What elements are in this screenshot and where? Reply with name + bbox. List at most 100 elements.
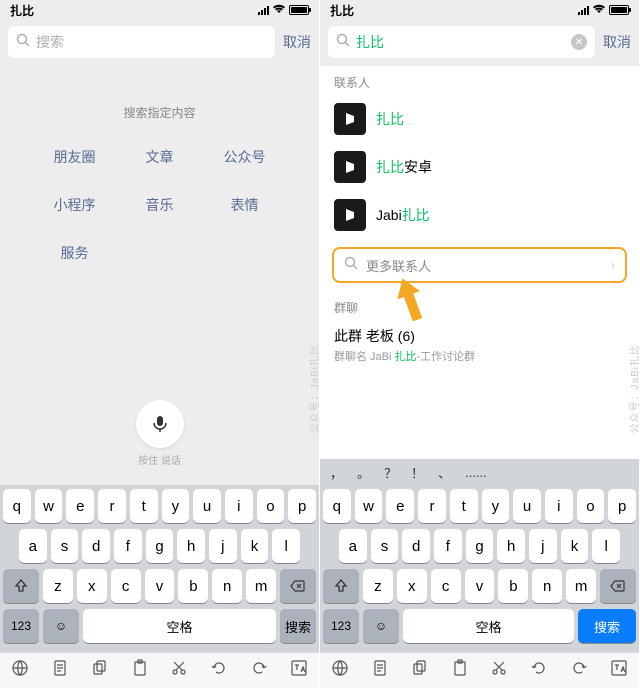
undo-icon[interactable] — [530, 659, 548, 682]
search-input[interactable] — [356, 34, 565, 50]
predict-item[interactable]: ！ — [411, 463, 424, 482]
key-r[interactable]: r — [98, 489, 126, 523]
numbers-key[interactable]: 123 — [323, 609, 359, 643]
key-d[interactable]: d — [82, 529, 110, 563]
clear-icon[interactable]: ✕ — [571, 34, 587, 50]
cat-stickers[interactable]: 表情 — [202, 195, 287, 215]
key-h[interactable]: h — [497, 529, 525, 563]
search-key[interactable]: 搜索 — [280, 609, 316, 643]
key-n[interactable]: n — [532, 569, 562, 603]
key-l[interactable]: l — [592, 529, 620, 563]
space-key[interactable]: 空格 — [403, 609, 574, 643]
key-o[interactable]: o — [257, 489, 285, 523]
globe-icon[interactable] — [11, 659, 29, 682]
key-x[interactable]: x — [77, 569, 107, 603]
key-e[interactable]: e — [386, 489, 414, 523]
key-s[interactable]: s — [371, 529, 399, 563]
contact-row[interactable]: Jabi扎比 — [320, 191, 639, 239]
key-b[interactable]: b — [178, 569, 208, 603]
key-w[interactable]: w — [35, 489, 63, 523]
cat-moments[interactable]: 朋友圈 — [32, 147, 117, 167]
doc-icon[interactable] — [371, 659, 389, 682]
key-t[interactable]: t — [130, 489, 158, 523]
key-h[interactable]: h — [177, 529, 205, 563]
predict-item[interactable]: 、 — [438, 463, 451, 482]
search-box[interactable] — [8, 26, 275, 58]
cancel-button[interactable]: 取消 — [283, 32, 311, 52]
key-q[interactable]: q — [323, 489, 351, 523]
key-f[interactable]: f — [434, 529, 462, 563]
space-key[interactable]: 空格 — [83, 609, 276, 643]
shift-key[interactable] — [3, 569, 39, 603]
key-j[interactable]: j — [529, 529, 557, 563]
translate-icon[interactable] — [290, 659, 308, 682]
redo-icon[interactable] — [250, 659, 268, 682]
copy-icon[interactable] — [411, 659, 429, 682]
key-w[interactable]: w — [355, 489, 383, 523]
key-k[interactable]: k — [561, 529, 589, 563]
more-contacts-button[interactable]: 更多联系人 › — [332, 247, 627, 283]
emoji-key[interactable]: ☺ — [43, 609, 79, 643]
cat-music[interactable]: 音乐 — [117, 195, 202, 215]
emoji-key[interactable]: ☺ — [363, 609, 399, 643]
backspace-key[interactable] — [600, 569, 636, 603]
key-g[interactable]: g — [466, 529, 494, 563]
key-e[interactable]: e — [66, 489, 94, 523]
contact-row[interactable]: 扎比 — [320, 95, 639, 143]
key-c[interactable]: c — [431, 569, 461, 603]
key-l[interactable]: l — [272, 529, 300, 563]
key-v[interactable]: v — [145, 569, 175, 603]
shift-key[interactable] — [323, 569, 359, 603]
redo-icon[interactable] — [570, 659, 588, 682]
cancel-button[interactable]: 取消 — [603, 32, 631, 52]
predict-item[interactable]: ， — [330, 463, 343, 482]
copy-icon[interactable] — [91, 659, 109, 682]
cat-services[interactable]: 服务 — [32, 243, 117, 263]
key-z[interactable]: z — [363, 569, 393, 603]
voice-search-button[interactable] — [136, 400, 184, 448]
translate-icon[interactable] — [610, 659, 628, 682]
key-m[interactable]: m — [566, 569, 596, 603]
predict-item[interactable]: ...... — [465, 465, 487, 480]
predict-item[interactable]: ？ — [384, 463, 397, 482]
key-i[interactable]: i — [225, 489, 253, 523]
key-u[interactable]: u — [193, 489, 221, 523]
key-i[interactable]: i — [545, 489, 573, 523]
backspace-key[interactable] — [280, 569, 316, 603]
key-q[interactable]: q — [3, 489, 31, 523]
numbers-key[interactable]: 123 — [3, 609, 39, 643]
key-p[interactable]: p — [608, 489, 636, 523]
key-o[interactable]: o — [577, 489, 605, 523]
key-x[interactable]: x — [397, 569, 427, 603]
key-d[interactable]: d — [402, 529, 430, 563]
cat-articles[interactable]: 文章 — [117, 147, 202, 167]
key-f[interactable]: f — [114, 529, 142, 563]
globe-icon[interactable] — [331, 659, 349, 682]
key-n[interactable]: n — [212, 569, 242, 603]
key-p[interactable]: p — [288, 489, 316, 523]
key-m[interactable]: m — [246, 569, 276, 603]
search-key[interactable]: 搜索 — [578, 609, 636, 643]
key-t[interactable]: t — [450, 489, 478, 523]
key-z[interactable]: z — [43, 569, 73, 603]
key-a[interactable]: a — [19, 529, 47, 563]
key-v[interactable]: v — [465, 569, 495, 603]
search-input[interactable] — [36, 34, 267, 50]
undo-icon[interactable] — [210, 659, 228, 682]
key-y[interactable]: y — [482, 489, 510, 523]
key-u[interactable]: u — [513, 489, 541, 523]
key-r[interactable]: r — [418, 489, 446, 523]
key-b[interactable]: b — [498, 569, 528, 603]
predict-item[interactable]: 。 — [357, 463, 370, 482]
paste-icon[interactable] — [451, 659, 469, 682]
key-s[interactable]: s — [51, 529, 79, 563]
cut-icon[interactable] — [490, 659, 508, 682]
key-c[interactable]: c — [111, 569, 141, 603]
paste-icon[interactable] — [131, 659, 149, 682]
key-k[interactable]: k — [241, 529, 269, 563]
key-y[interactable]: y — [162, 489, 190, 523]
key-g[interactable]: g — [146, 529, 174, 563]
cut-icon[interactable] — [170, 659, 188, 682]
group-row[interactable]: 此群 老板 (6) 群聊名 JaBi 扎比-工作讨论群 — [320, 320, 639, 370]
cat-miniprog[interactable]: 小程序 — [32, 195, 117, 215]
